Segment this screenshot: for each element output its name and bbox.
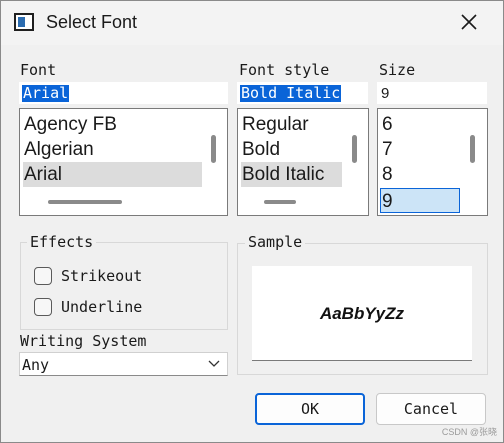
list-item-bold[interactable]: Bold bbox=[241, 137, 342, 162]
close-icon[interactable] bbox=[457, 10, 481, 34]
font-input[interactable]: Arial bbox=[19, 82, 228, 104]
writing-system-label: Writing System bbox=[20, 332, 147, 350]
font-list[interactable]: Agency FB Algerian Arial bbox=[19, 108, 228, 216]
select-font-dialog: Select Font Font Arial Agency FB Algeria… bbox=[0, 0, 504, 443]
cancel-button[interactable]: Cancel bbox=[376, 393, 486, 425]
underline-checkbox[interactable] bbox=[34, 298, 52, 316]
font-list-hscroll[interactable] bbox=[48, 200, 122, 204]
font-label: Font bbox=[20, 61, 57, 79]
size-list-vscroll[interactable] bbox=[470, 135, 475, 163]
font-style-list[interactable]: Regular Bold Bold Italic bbox=[237, 108, 369, 216]
title-bar: Select Font bbox=[1, 1, 503, 45]
font-style-input[interactable]: Bold Italic bbox=[237, 82, 368, 104]
effects-title: Effects bbox=[27, 233, 97, 251]
writing-system-select[interactable]: Any bbox=[19, 352, 228, 376]
dialog-title: Select Font bbox=[46, 12, 138, 32]
list-item-bold-italic[interactable]: Bold Italic bbox=[241, 162, 342, 187]
list-item-size-9[interactable]: 9 bbox=[380, 188, 460, 213]
chevron-down-icon bbox=[208, 360, 220, 367]
font-list-vscroll[interactable] bbox=[211, 135, 216, 163]
strikeout-checkbox[interactable] bbox=[34, 267, 52, 285]
watermark: CSDN @张晓 bbox=[441, 427, 497, 437]
sample-title: Sample bbox=[245, 233, 306, 251]
list-item-regular[interactable]: Regular bbox=[241, 112, 342, 137]
app-window-icon bbox=[14, 13, 34, 31]
underline-label[interactable]: Underline bbox=[61, 298, 142, 316]
style-list-hscroll[interactable] bbox=[264, 200, 296, 204]
ok-button[interactable]: OK bbox=[255, 393, 365, 425]
font-style-label: Font style bbox=[239, 61, 330, 79]
list-item-agency-fb[interactable]: Agency FB bbox=[23, 112, 202, 137]
sample-text: AaBbYyZz bbox=[319, 304, 405, 323]
list-item-size-6[interactable]: 6 bbox=[381, 112, 460, 137]
list-item-size-7[interactable]: 7 bbox=[381, 137, 460, 162]
strikeout-label[interactable]: Strikeout bbox=[61, 267, 142, 285]
list-item-algerian[interactable]: Algerian bbox=[23, 137, 202, 162]
size-input[interactable]: 9 bbox=[377, 82, 487, 104]
size-list[interactable]: 6 7 8 9 bbox=[377, 108, 488, 216]
size-label: Size bbox=[379, 61, 416, 79]
sample-preview: AaBbYyZz bbox=[252, 266, 472, 361]
list-item-size-8[interactable]: 8 bbox=[381, 162, 460, 187]
list-item-arial[interactable]: Arial bbox=[23, 162, 202, 187]
effects-group bbox=[20, 242, 228, 330]
style-list-vscroll[interactable] bbox=[352, 135, 357, 163]
